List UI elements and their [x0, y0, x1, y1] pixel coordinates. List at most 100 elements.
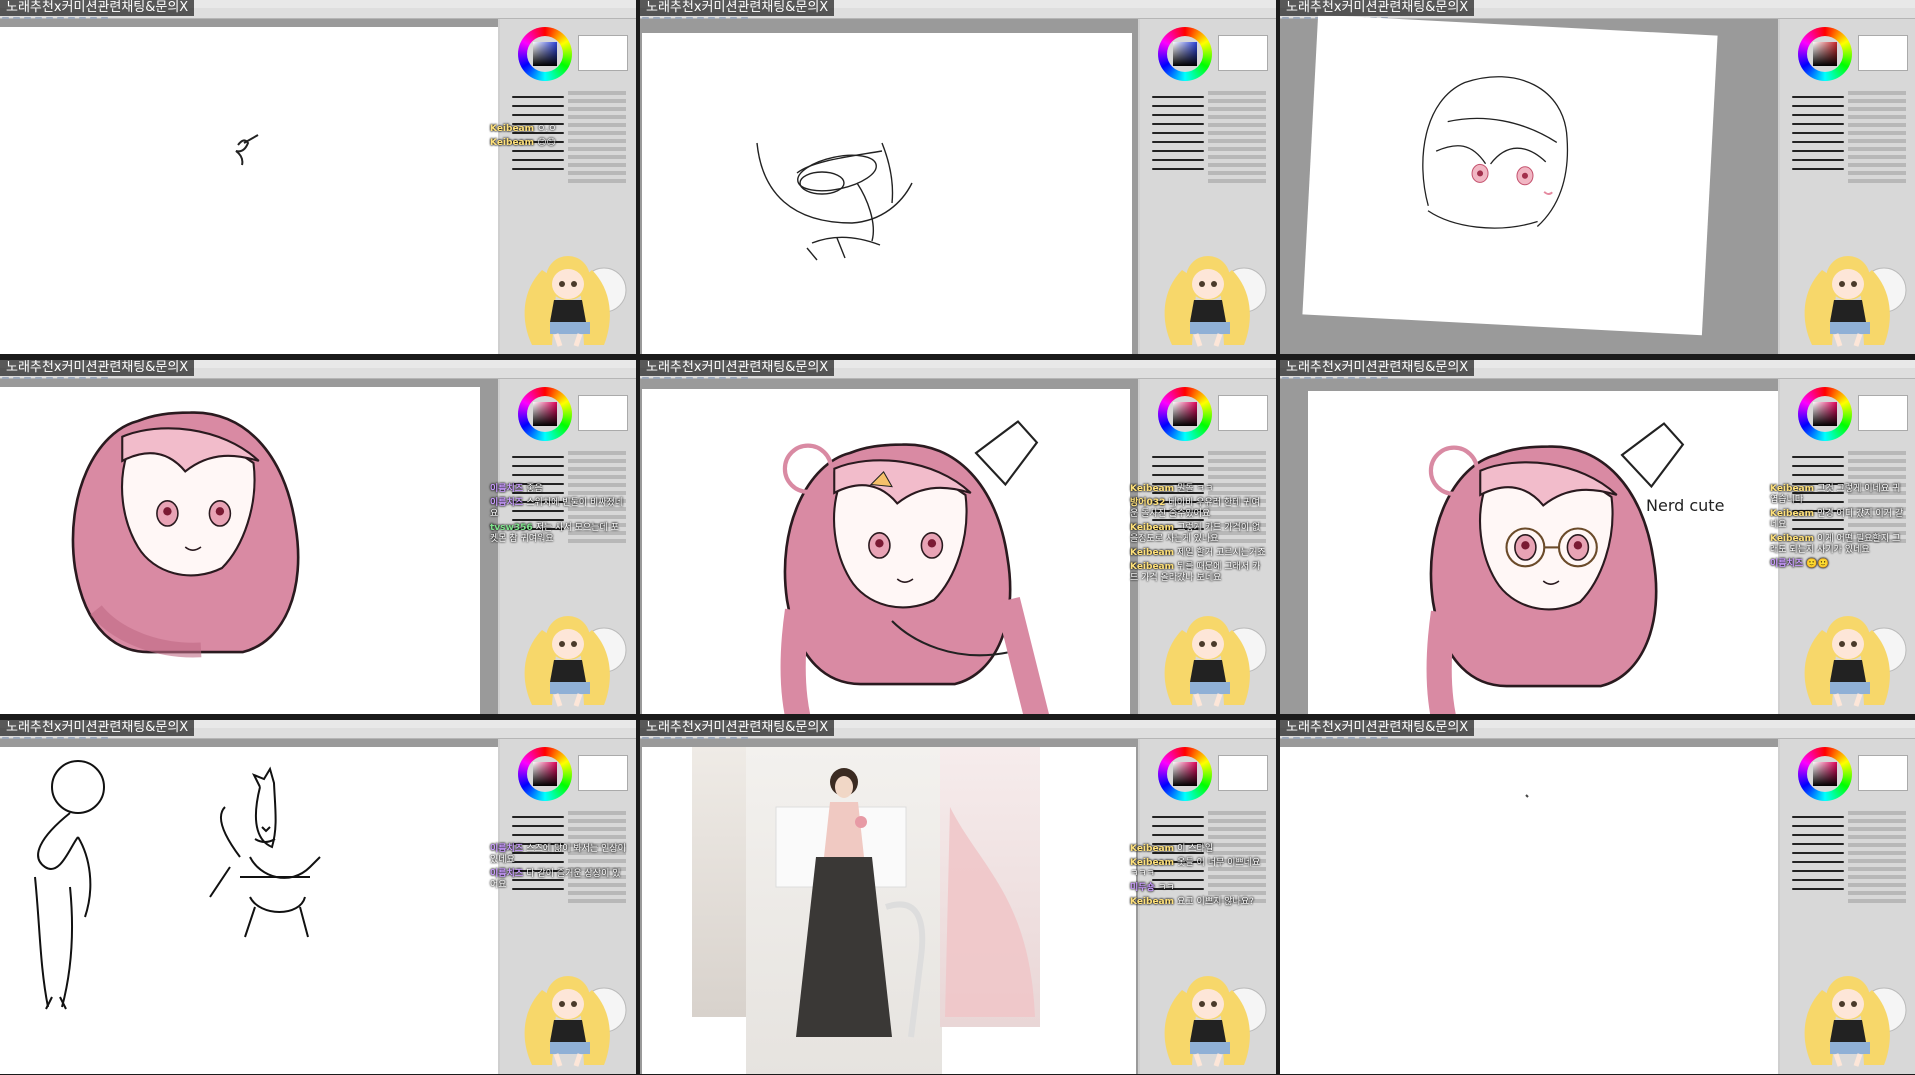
brush-stroke-icon[interactable]	[1792, 123, 1844, 125]
property-row[interactable]	[1848, 451, 1906, 455]
drawing-canvas[interactable]	[0, 747, 498, 1074]
canvas-area[interactable]	[640, 739, 1138, 1074]
property-row[interactable]	[1208, 107, 1266, 111]
canvas-area[interactable]	[1280, 14, 1778, 354]
property-row[interactable]	[1208, 819, 1266, 823]
navigator-preview[interactable]	[1858, 35, 1908, 71]
navigator-preview[interactable]	[1218, 755, 1268, 791]
property-row[interactable]	[568, 171, 626, 175]
drawing-canvas[interactable]	[0, 387, 480, 714]
color-picker-square[interactable]	[1813, 402, 1837, 426]
property-row[interactable]	[568, 899, 626, 903]
canvas-area[interactable]: Nerd cute	[1280, 379, 1778, 714]
brush-stroke-icon[interactable]	[1792, 159, 1844, 161]
property-row[interactable]	[1208, 99, 1266, 103]
brush-stroke-icon[interactable]	[1152, 465, 1204, 467]
brush-stroke-icon[interactable]	[1152, 141, 1204, 143]
canvas-area[interactable]	[0, 739, 498, 1074]
property-row[interactable]	[568, 827, 626, 831]
brush-stroke-icon[interactable]	[1792, 816, 1844, 818]
property-row[interactable]	[1208, 139, 1266, 143]
property-row[interactable]	[568, 91, 626, 95]
property-row[interactable]	[1208, 131, 1266, 135]
color-wheel[interactable]	[518, 747, 572, 801]
brush-stroke-icon[interactable]	[1792, 852, 1844, 854]
drawing-canvas[interactable]	[642, 747, 1136, 1074]
property-row[interactable]	[1208, 123, 1266, 127]
brush-stroke-icon[interactable]	[512, 834, 564, 836]
color-wheel[interactable]	[1158, 747, 1212, 801]
tool-properties[interactable]	[1848, 807, 1906, 907]
property-row[interactable]	[1848, 171, 1906, 175]
drawing-canvas[interactable]	[642, 389, 1130, 714]
brush-stroke-icon[interactable]	[512, 825, 564, 827]
navigator-preview[interactable]	[578, 395, 628, 431]
property-row[interactable]	[1208, 147, 1266, 151]
property-row[interactable]	[1848, 163, 1906, 167]
property-row[interactable]	[1848, 139, 1906, 143]
property-row[interactable]	[1848, 99, 1906, 103]
color-picker-square[interactable]	[1173, 42, 1197, 66]
canvas-area[interactable]	[0, 379, 498, 714]
canvas-area[interactable]	[0, 19, 498, 354]
color-picker-square[interactable]	[1813, 762, 1837, 786]
property-row[interactable]	[568, 819, 626, 823]
property-row[interactable]	[1848, 867, 1906, 871]
canvas-area[interactable]	[640, 379, 1138, 714]
brush-list[interactable]	[1792, 89, 1844, 177]
property-row[interactable]	[1848, 875, 1906, 879]
property-row[interactable]	[1848, 467, 1906, 471]
brush-stroke-icon[interactable]	[1792, 861, 1844, 863]
property-row[interactable]	[1848, 811, 1906, 815]
brush-stroke-icon[interactable]	[1152, 456, 1204, 458]
color-wheel[interactable]	[1798, 387, 1852, 441]
brush-stroke-icon[interactable]	[512, 474, 564, 476]
brush-stroke-icon[interactable]	[1792, 834, 1844, 836]
brush-stroke-icon[interactable]	[1152, 474, 1204, 476]
property-row[interactable]	[568, 459, 626, 463]
property-row[interactable]	[1208, 451, 1266, 455]
property-row[interactable]	[1848, 819, 1906, 823]
property-row[interactable]	[1208, 171, 1266, 175]
brush-stroke-icon[interactable]	[1792, 168, 1844, 170]
brush-list[interactable]	[1152, 89, 1204, 177]
property-row[interactable]	[568, 115, 626, 119]
property-row[interactable]	[1208, 155, 1266, 159]
property-row[interactable]	[1208, 475, 1266, 479]
color-wheel[interactable]	[1158, 27, 1212, 81]
property-row[interactable]	[568, 179, 626, 183]
property-row[interactable]	[1208, 163, 1266, 167]
property-row[interactable]	[1848, 891, 1906, 895]
color-picker-square[interactable]	[1813, 42, 1837, 66]
property-row[interactable]	[1848, 859, 1906, 863]
property-row[interactable]	[568, 451, 626, 455]
property-row[interactable]	[1848, 147, 1906, 151]
property-row[interactable]	[1208, 115, 1266, 119]
brush-stroke-icon[interactable]	[1792, 825, 1844, 827]
brush-stroke-icon[interactable]	[1792, 888, 1844, 890]
brush-stroke-icon[interactable]	[1152, 150, 1204, 152]
brush-stroke-icon[interactable]	[1152, 816, 1204, 818]
color-wheel[interactable]	[1158, 387, 1212, 441]
drawing-canvas[interactable]	[1302, 14, 1718, 336]
property-row[interactable]	[1208, 459, 1266, 463]
property-row[interactable]	[1848, 91, 1906, 95]
brush-stroke-icon[interactable]	[512, 96, 564, 98]
navigator-preview[interactable]	[578, 755, 628, 791]
brush-stroke-icon[interactable]	[1152, 825, 1204, 827]
property-row[interactable]	[1848, 131, 1906, 135]
brush-stroke-icon[interactable]	[1152, 123, 1204, 125]
color-picker-square[interactable]	[1173, 402, 1197, 426]
property-row[interactable]	[1208, 179, 1266, 183]
property-row[interactable]	[1848, 827, 1906, 831]
drawing-canvas[interactable]	[642, 33, 1132, 354]
property-row[interactable]	[568, 835, 626, 839]
property-row[interactable]	[1848, 835, 1906, 839]
brush-stroke-icon[interactable]	[1152, 159, 1204, 161]
brush-stroke-icon[interactable]	[1152, 168, 1204, 170]
brush-stroke-icon[interactable]	[1152, 96, 1204, 98]
navigator-preview[interactable]	[1858, 395, 1908, 431]
brush-stroke-icon[interactable]	[1152, 105, 1204, 107]
property-row[interactable]	[568, 467, 626, 471]
brush-stroke-icon[interactable]	[1792, 843, 1844, 845]
